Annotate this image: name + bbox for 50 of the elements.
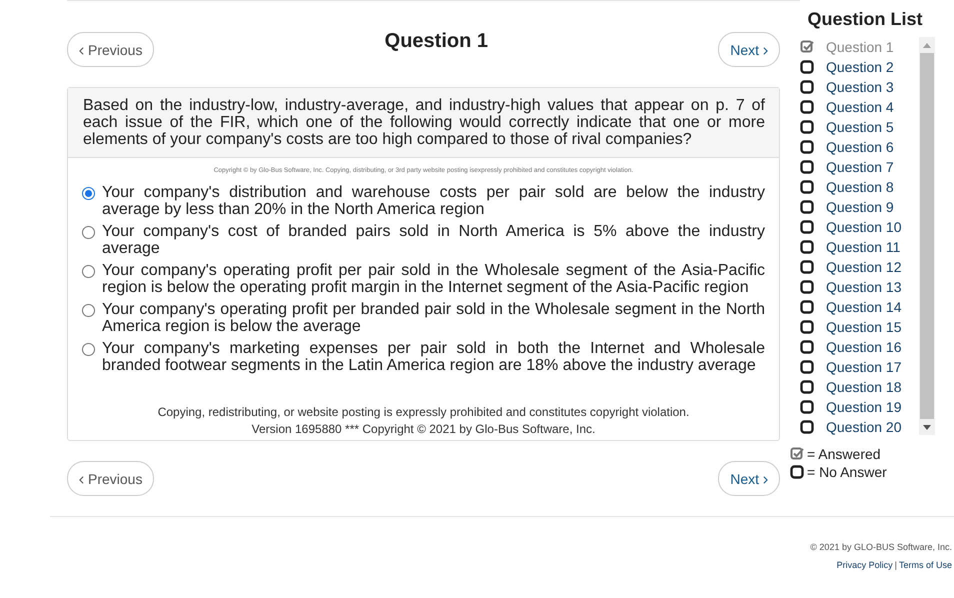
- question-link[interactable]: Question 10: [826, 219, 902, 235]
- radio-button[interactable]: [82, 343, 95, 356]
- question-link[interactable]: Question 2: [826, 59, 894, 75]
- question-link[interactable]: Question 15: [826, 319, 902, 335]
- question-link[interactable]: Question 4: [826, 99, 894, 115]
- question-title: Question 1: [384, 30, 488, 53]
- legend-label: = No Answer: [807, 464, 887, 480]
- radio-button[interactable]: [82, 187, 95, 200]
- radio-button[interactable]: [82, 304, 95, 317]
- question-link[interactable]: Question 3: [826, 79, 894, 95]
- question-link[interactable]: Question 19: [826, 399, 902, 415]
- scrollbar[interactable]: [919, 37, 935, 435]
- copyright-text: Version 1695880 *** Copyright © 2021 by Glo-Bus Software, Inc.: [250, 421, 596, 438]
- next-button[interactable]: Next: [718, 461, 780, 496]
- chevron-left-icon: [79, 46, 84, 54]
- question-link[interactable]: Question 12: [826, 259, 902, 275]
- previous-button[interactable]: Previous: [67, 32, 154, 67]
- previous-button[interactable]: Previous: [67, 461, 154, 496]
- footer-copyright: © 2021 by GLO-BUS Software, Inc.: [809, 541, 952, 554]
- question-link[interactable]: Question 17: [826, 359, 902, 375]
- question-link[interactable]: Question 8: [826, 179, 894, 195]
- privacy-policy-link[interactable]: Privacy Policy: [836, 560, 893, 570]
- question-link[interactable]: Question 9: [826, 199, 894, 215]
- radio-button[interactable]: [82, 226, 95, 239]
- next-button[interactable]: Next: [718, 32, 780, 67]
- chevron-left-icon: [79, 476, 84, 484]
- question-list-title: Question List: [806, 9, 924, 30]
- answer-option[interactable]: Your company's cost of branded pairs sold in North America is 5% above the industry average: [102, 223, 765, 257]
- copyright-text: Copying, redistributing, or website posting is expressly prohibited and constitutes copyright violation.: [156, 404, 690, 421]
- question-link[interactable]: Question 18: [826, 379, 902, 395]
- chevron-right-icon: [763, 46, 768, 54]
- question-link[interactable]: Question 13: [826, 279, 902, 295]
- link-separator: |: [894, 560, 897, 570]
- question-link[interactable]: Question 16: [826, 339, 902, 355]
- question-link[interactable]: Question 6: [826, 139, 894, 155]
- legend-label: = Answered: [807, 446, 881, 462]
- question-link[interactable]: Question 1: [826, 39, 894, 55]
- question-link[interactable]: Question 5: [826, 119, 894, 135]
- answer-option[interactable]: Your company's operating profit per pair sold in the Wholesale segment of the Asia-Pacific region is below the operating profit margin in the Internet segment of the Asia-Pacific region: [102, 262, 765, 296]
- answer-option[interactable]: Your company's distribution and warehouse costs per pair sold are below the industry average by less than 20% in the North America region: [102, 184, 765, 218]
- answer-option[interactable]: Your company's operating profit per branded pair sold in the Wholesale segment in the North America region is below the average: [102, 301, 765, 335]
- question-link[interactable]: Question 11: [826, 239, 900, 255]
- question-link[interactable]: Question 20: [826, 419, 902, 435]
- question-link[interactable]: Question 14: [826, 299, 902, 315]
- radio-button[interactable]: [82, 265, 95, 278]
- terms-of-use-link[interactable]: Terms of Use: [898, 560, 952, 570]
- question-link[interactable]: Question 7: [826, 159, 894, 175]
- answer-option[interactable]: Your company's marketing expenses per pair sold in both the Internet and Wholesale branded footwear segments in the Latin America region are 18% above the industry average: [102, 340, 765, 374]
- question-text: Based on the industry-low, industry-average, and industry-high values that appear on p. 7 of each issue of the FIR, which one of the following would correctly indicate that one or more elements of your company's costs are too high compared to those of rival companies?: [68, 88, 779, 158]
- chevron-right-icon: [763, 476, 768, 484]
